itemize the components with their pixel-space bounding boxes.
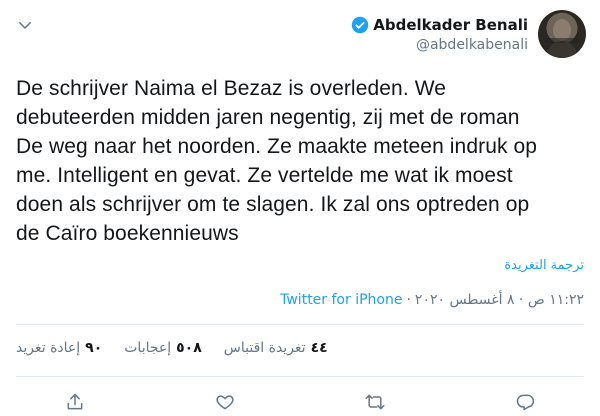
share-icon xyxy=(67,393,83,410)
tweet-stats: ٩٠ إعادة تغريد ٥٠٨ إعجابات ٤٤ تغريدة اقت… xyxy=(16,340,584,356)
display-name[interactable]: Abdelkader Benali xyxy=(373,16,528,34)
divider xyxy=(16,324,584,325)
source-link[interactable]: Twitter for iPhone xyxy=(280,292,402,308)
reply-icon xyxy=(516,394,535,411)
divider xyxy=(16,376,584,377)
tweet-timestamp[interactable]: ١١:٢٢ ص · ٨ أغسطس ٢٠٢٠ xyxy=(415,292,584,308)
retweet-button[interactable] xyxy=(363,390,387,414)
likes-label: إعجابات xyxy=(124,340,172,356)
share-button[interactable] xyxy=(63,390,87,414)
reply-button[interactable] xyxy=(513,390,537,414)
translate-tweet-link[interactable]: ترجمة التغريدة xyxy=(504,258,584,273)
author-names: Abdelkader Benali @abdelkabenali xyxy=(351,10,528,53)
likes-count: ٥٠٨ xyxy=(176,340,202,356)
tweet-header: Abdelkader Benali @abdelkabenali xyxy=(14,10,586,62)
like-button[interactable] xyxy=(213,390,237,414)
meta-separator: · xyxy=(406,292,411,308)
retweet-icon xyxy=(365,394,385,410)
tweet-actions xyxy=(0,388,600,416)
likes-stat[interactable]: ٥٠٨ إعجابات xyxy=(124,340,202,356)
tweet-meta: Twitter for iPhone · ١١:٢٢ ص · ٨ أغسطس ٢… xyxy=(16,292,584,308)
user-handle[interactable]: @abdelkabenali xyxy=(416,37,528,53)
verified-badge-icon xyxy=(352,16,369,34)
retweets-stat[interactable]: ٩٠ إعادة تغريد xyxy=(16,340,102,356)
quotes-label: تغريدة اقتباس xyxy=(223,340,306,356)
tweet-card: Abdelkader Benali @abdelkabenali De schr… xyxy=(0,0,600,416)
retweets-count: ٩٠ xyxy=(85,340,103,356)
heart-icon xyxy=(216,395,234,410)
retweets-label: إعادة تغريد xyxy=(16,340,81,356)
name-row: Abdelkader Benali xyxy=(351,16,528,34)
quotes-stat[interactable]: ٤٤ تغريدة اقتباس xyxy=(224,340,328,356)
tweet-text: De schrijver Naima el Bezaz is overleden… xyxy=(16,77,538,245)
quotes-count: ٤٤ xyxy=(310,340,328,356)
avatar[interactable] xyxy=(538,10,586,58)
